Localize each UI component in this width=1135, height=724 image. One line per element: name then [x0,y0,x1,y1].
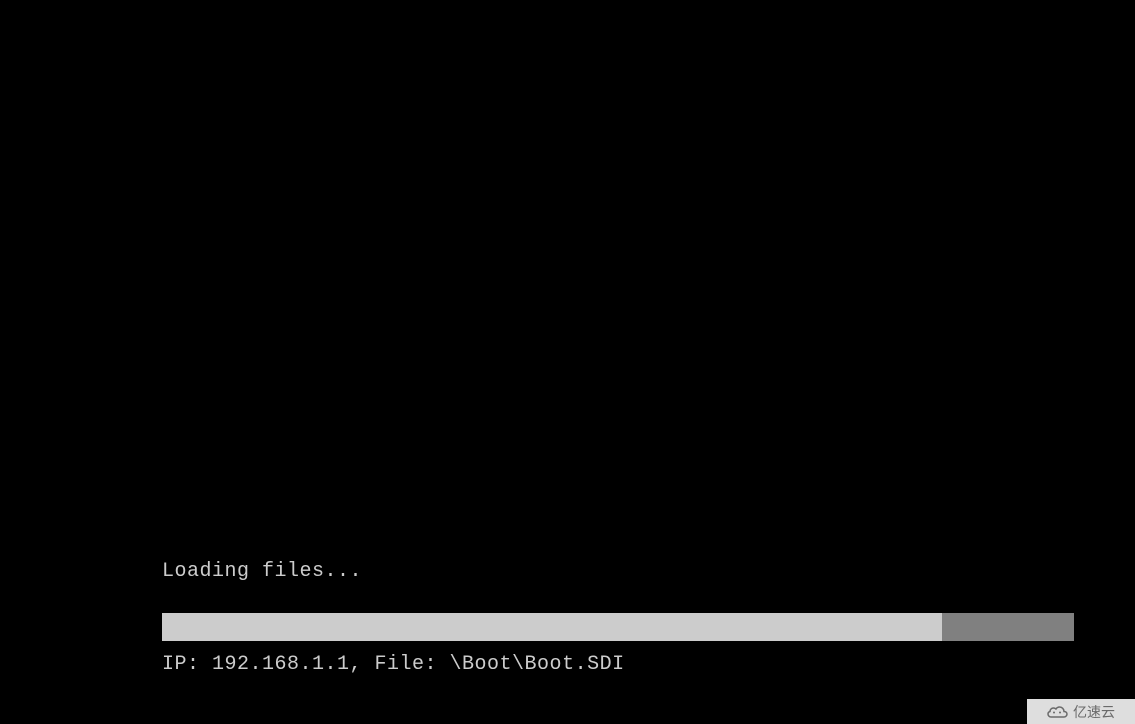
cloud-icon [1047,705,1069,719]
watermark-badge: 亿速云 [1027,699,1135,724]
watermark-text: 亿速云 [1073,702,1115,722]
loading-label: Loading files... [162,560,1074,583]
boot-status-text: IP: 192.168.1.1, File: \Boot\Boot.SDI [162,653,1074,676]
progress-bar [162,613,1074,641]
progress-bar-fill [162,613,942,641]
boot-loader-panel: Loading files... IP: 192.168.1.1, File: … [162,560,1074,676]
